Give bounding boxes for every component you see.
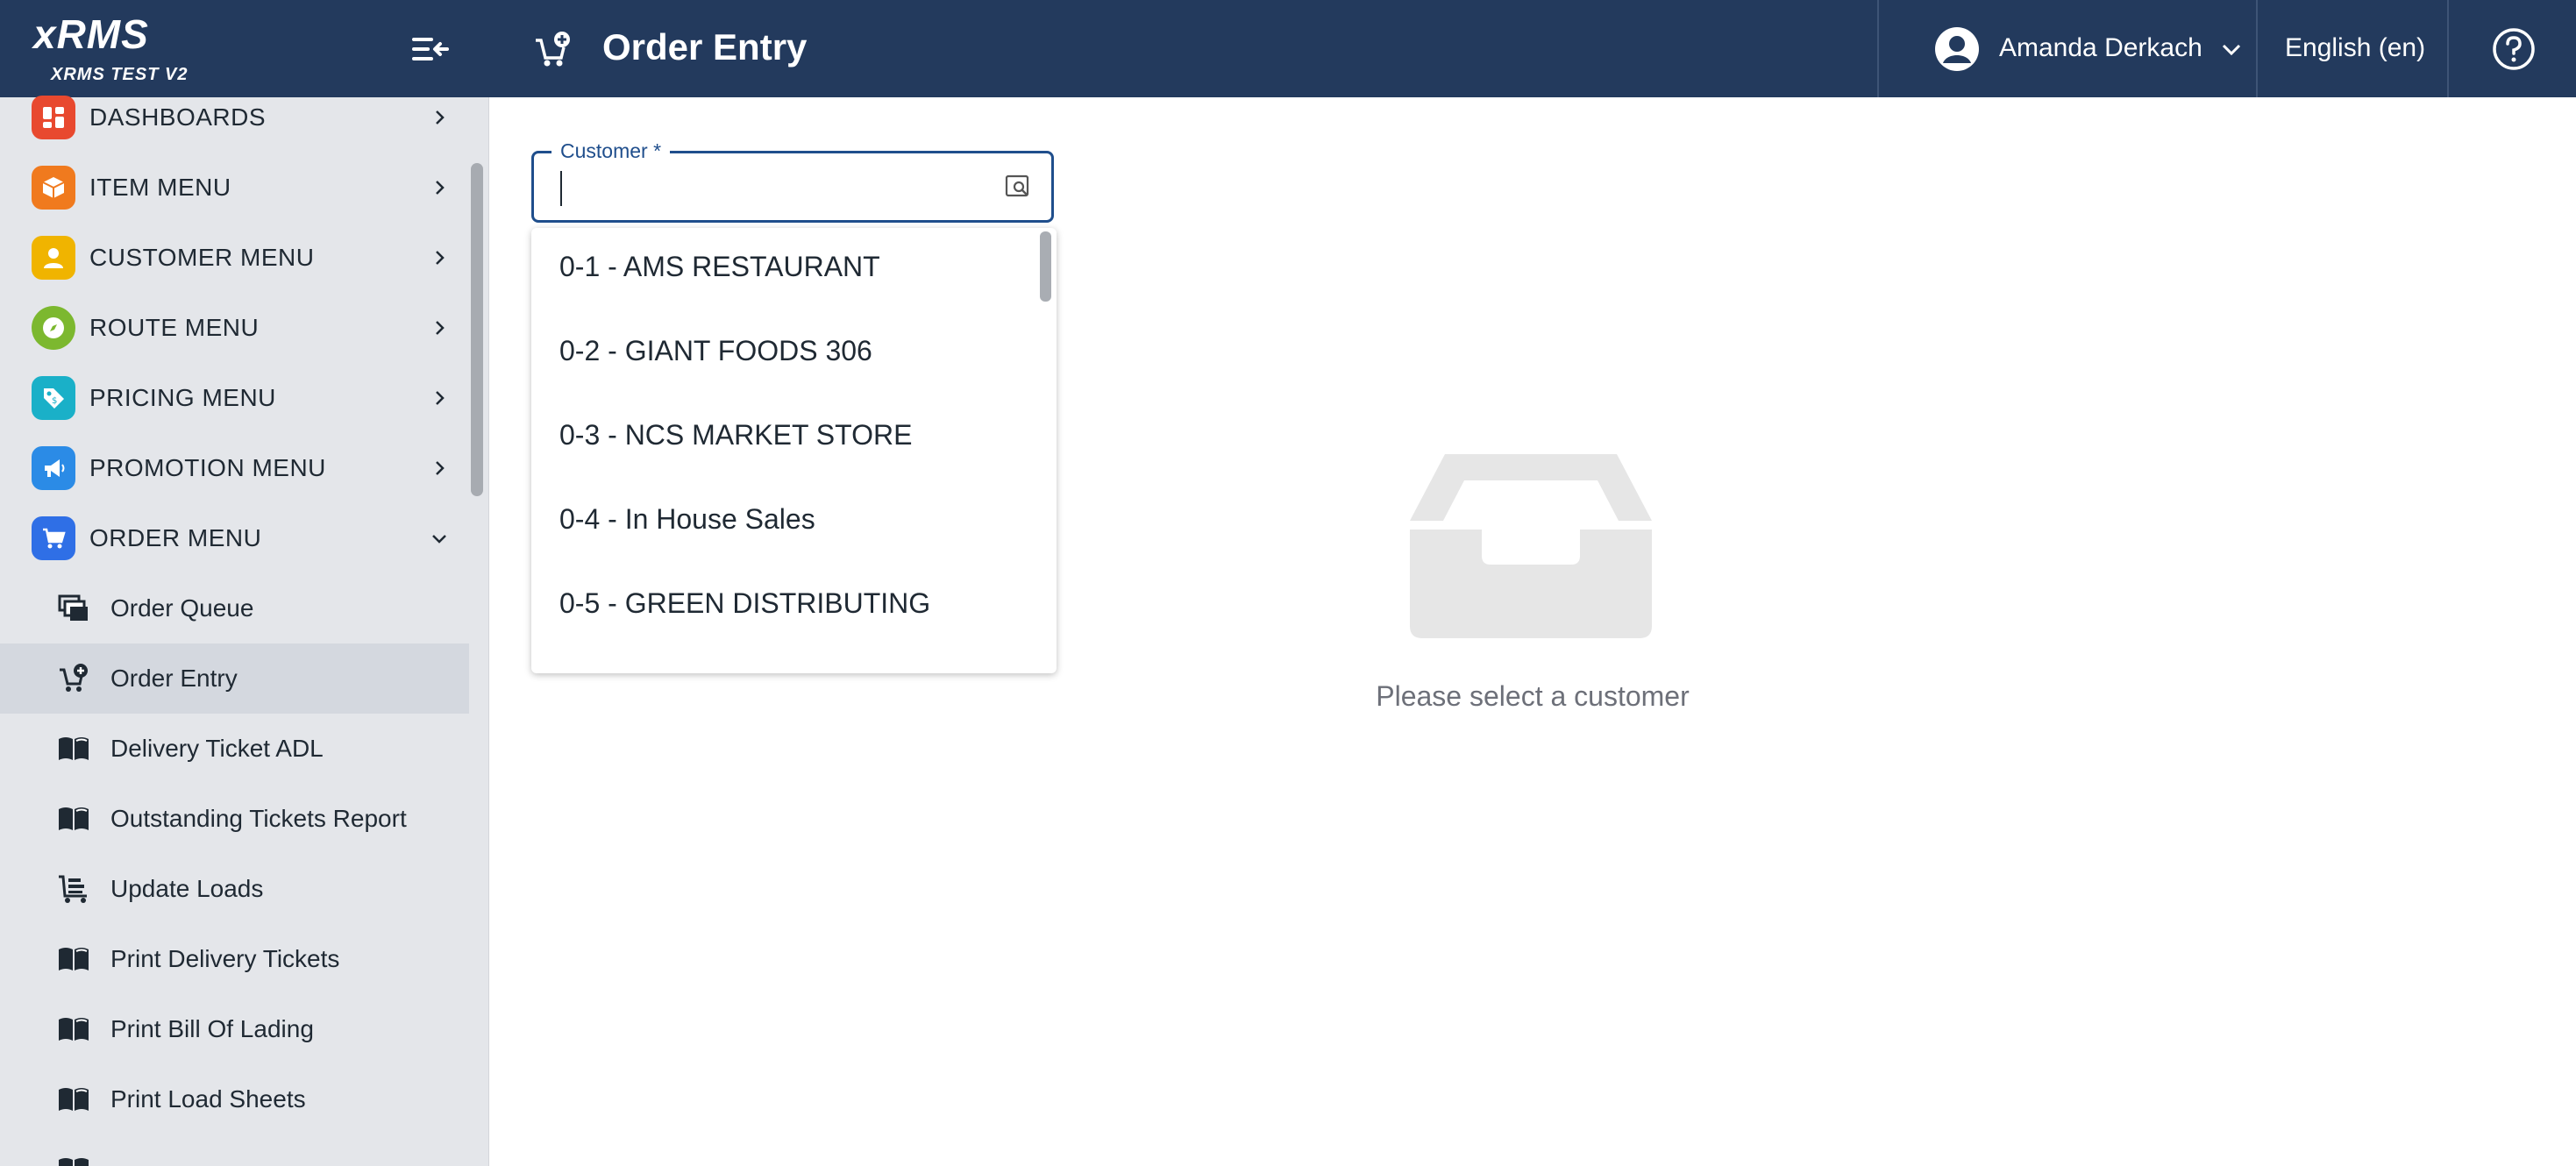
sidebar-item-item-menu[interactable]: ITEM MENU — [0, 153, 469, 223]
search-lookup-icon[interactable] — [1004, 173, 1032, 201]
book-icon — [56, 1012, 91, 1047]
sidebar-item-label: Delivery Ticket ADL — [110, 735, 324, 762]
book-icon — [56, 1152, 91, 1166]
compass-icon — [32, 306, 75, 350]
sidebar-item-label: Outstanding Tickets Report — [110, 805, 407, 832]
chevron-right-icon — [428, 176, 451, 199]
sidebar-item-dashboards[interactable]: DASHBOARDS — [0, 82, 469, 153]
customer-dropdown: 0-1 - AMS RESTAURANT 0-2 - GIANT FOODS 3… — [531, 228, 1057, 673]
sidebar-item-order-queue[interactable]: Order Queue — [0, 573, 469, 643]
sidebar-item-label: Order Queue — [110, 594, 254, 622]
sidebar-item-label: PRICING MENU — [89, 384, 276, 411]
book-icon — [56, 801, 91, 836]
sidebar-item-label: CUSTOMER MENU — [89, 244, 315, 271]
customer-option[interactable]: 0-3 - NCS MARKET STORE — [559, 409, 1033, 461]
header-divider — [2256, 0, 2258, 97]
customer-field-label: Customer * — [551, 139, 671, 163]
book-icon — [56, 1082, 91, 1117]
sidebar-item-customer-menu[interactable]: CUSTOMER MENU — [0, 223, 469, 293]
book-icon — [56, 731, 91, 766]
person-icon — [32, 236, 75, 280]
sidebar-item-label: Print Delivery Tickets — [110, 945, 340, 972]
sidebar-item-label: ORDER MENU — [89, 524, 262, 551]
language-selector[interactable]: English (en) — [2285, 33, 2425, 63]
cart-add-icon — [56, 661, 91, 696]
user-name: Amanda Derkach — [1999, 33, 2202, 62]
top-header: Order Entry Amanda Derkach English (en) — [488, 0, 2576, 97]
dashboard-icon — [32, 96, 75, 139]
sidebar-item-label: ROUTE MENU — [89, 314, 260, 341]
customer-option[interactable]: 0-4 - In House Sales — [559, 493, 1033, 545]
sidebar-item-label: Order Entry — [110, 665, 238, 692]
customer-input[interactable] — [557, 164, 981, 211]
cart-load-icon — [56, 871, 91, 906]
sidebar-scrollbar[interactable] — [471, 163, 483, 496]
box-icon — [32, 166, 75, 210]
sidebar-item-outstanding-tickets-report[interactable]: Outstanding Tickets Report — [0, 784, 469, 854]
sidebar-item-label: ITEM MENU — [89, 174, 231, 201]
header-divider — [2447, 0, 2449, 97]
queue-icon — [56, 591, 91, 626]
sidebar-item-label: Update Loads — [110, 875, 264, 902]
empty-inbox-icon — [1410, 454, 1652, 638]
sidebar-menu: DASHBOARDS ITEM MENU CUSTOMER MENU ROUTE… — [0, 82, 469, 1166]
text-cursor — [560, 171, 562, 206]
sidebar-item-pricing-menu[interactable]: $ PRICING MENU — [0, 363, 469, 433]
page-title: Order Entry — [602, 26, 808, 68]
user-avatar-icon — [1935, 27, 1979, 71]
brand-logo: xRMS — [33, 11, 149, 57]
sidebar-item-label: DASHBOARDS — [89, 103, 267, 131]
sidebar-item-promotion-menu[interactable]: PROMOTION MENU — [0, 433, 469, 503]
customer-option[interactable]: 0-5 - GREEN DISTRIBUTING — [559, 577, 1033, 629]
dropdown-scrollbar[interactable] — [1040, 231, 1051, 302]
header-divider — [1877, 0, 1879, 97]
svg-text:$: $ — [52, 396, 57, 406]
sidebar-item-print-bill-of-lading[interactable]: Print Bill Of Lading — [0, 994, 469, 1064]
user-menu-button[interactable]: Amanda Derkach — [1903, 0, 2271, 97]
sidebar-item-partial[interactable] — [0, 1134, 469, 1166]
collapse-sidebar-button[interactable] — [409, 32, 452, 67]
help-icon[interactable] — [2491, 26, 2537, 72]
sidebar-item-print-delivery-tickets[interactable]: Print Delivery Tickets — [0, 924, 469, 994]
price-tag-icon: $ — [32, 376, 75, 420]
chevron-right-icon — [428, 106, 451, 129]
customer-field[interactable]: Customer * — [531, 139, 1054, 223]
sidebar-item-label: Print Load Sheets — [110, 1085, 306, 1113]
sidebar-item-delivery-ticket-adl[interactable]: Delivery Ticket ADL — [0, 714, 469, 784]
chevron-right-icon — [428, 387, 451, 409]
sidebar-item-print-load-sheets[interactable]: Print Load Sheets — [0, 1064, 469, 1134]
cart-icon — [32, 516, 75, 560]
sidebar-item-order-entry[interactable]: Order Entry — [0, 643, 469, 714]
book-icon — [56, 942, 91, 977]
sidebar-item-label: Print Bill Of Lading — [110, 1015, 314, 1042]
cart-add-icon — [536, 32, 570, 67]
sidebar: xRMS XRMS TEST V2 DASHBOARDS ITEM MENU C… — [0, 0, 489, 1166]
chevron-right-icon — [428, 246, 451, 269]
sidebar-item-update-loads[interactable]: Update Loads — [0, 854, 469, 924]
empty-state-message: Please select a customer — [1376, 680, 1690, 712]
sidebar-item-route-menu[interactable]: ROUTE MENU — [0, 293, 469, 363]
collapse-menu-icon — [412, 38, 449, 60]
customer-option[interactable]: 0-2 - GIANT FOODS 306 — [559, 324, 1033, 377]
megaphone-icon — [32, 446, 75, 490]
chevron-down-icon — [428, 527, 451, 550]
chevron-right-icon — [428, 457, 451, 480]
sidebar-item-order-menu[interactable]: ORDER MENU — [0, 503, 469, 573]
chevron-down-icon — [2222, 44, 2241, 56]
customer-option[interactable]: 0-1 - AMS RESTAURANT — [559, 240, 1033, 293]
sidebar-item-label: PROMOTION MENU — [89, 454, 326, 481]
chevron-right-icon — [428, 316, 451, 339]
